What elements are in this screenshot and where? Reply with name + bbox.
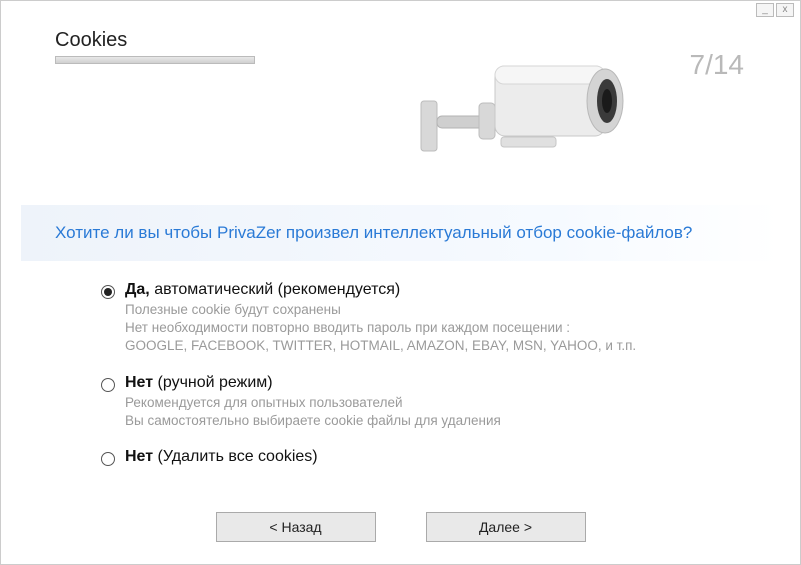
close-button[interactable]: x xyxy=(776,3,794,17)
progress-fill xyxy=(56,57,254,63)
question-text: Хотите ли вы чтобы PrivaZer произвел инт… xyxy=(55,223,692,243)
radio-auto[interactable] xyxy=(101,285,115,299)
titlebar: _ x xyxy=(756,3,794,17)
option-auto-desc: Полезные cookie будут сохранены Нет необ… xyxy=(125,301,636,356)
options-group: Да, автоматический (рекомендуется) Полез… xyxy=(101,281,740,484)
question-banner: Хотите ли вы чтобы PrivaZer произвел инт… xyxy=(21,205,780,261)
progress-bar xyxy=(55,56,255,64)
radio-delete-all[interactable] xyxy=(101,452,115,466)
option-manual-label[interactable]: Нет (ручной режим) xyxy=(125,374,501,392)
option-delete-all-label[interactable]: Нет (Удалить все cookies) xyxy=(125,448,318,466)
header: Cookies xyxy=(55,29,255,64)
next-button[interactable]: Далее > xyxy=(426,512,586,542)
camera-illustration-icon xyxy=(401,41,631,191)
option-manual-desc: Рекомендуется для опытных пользователей … xyxy=(125,394,501,430)
option-manual: Нет (ручной режим) Рекомендуется для опы… xyxy=(101,374,740,430)
back-button[interactable]: < Назад xyxy=(216,512,376,542)
page-title: Cookies xyxy=(55,29,255,52)
option-auto: Да, автоматический (рекомендуется) Полез… xyxy=(101,281,740,356)
wizard-window: _ x Cookies 7/14 Хотите ли вы чтобы Priv… xyxy=(0,0,801,565)
nav-buttons: < Назад Далее > xyxy=(1,512,800,542)
option-auto-label[interactable]: Да, автоматический (рекомендуется) xyxy=(125,281,636,299)
radio-manual[interactable] xyxy=(101,378,115,392)
step-counter: 7/14 xyxy=(690,49,745,81)
option-delete-all: Нет (Удалить все cookies) xyxy=(101,448,740,466)
minimize-button[interactable]: _ xyxy=(756,3,774,17)
